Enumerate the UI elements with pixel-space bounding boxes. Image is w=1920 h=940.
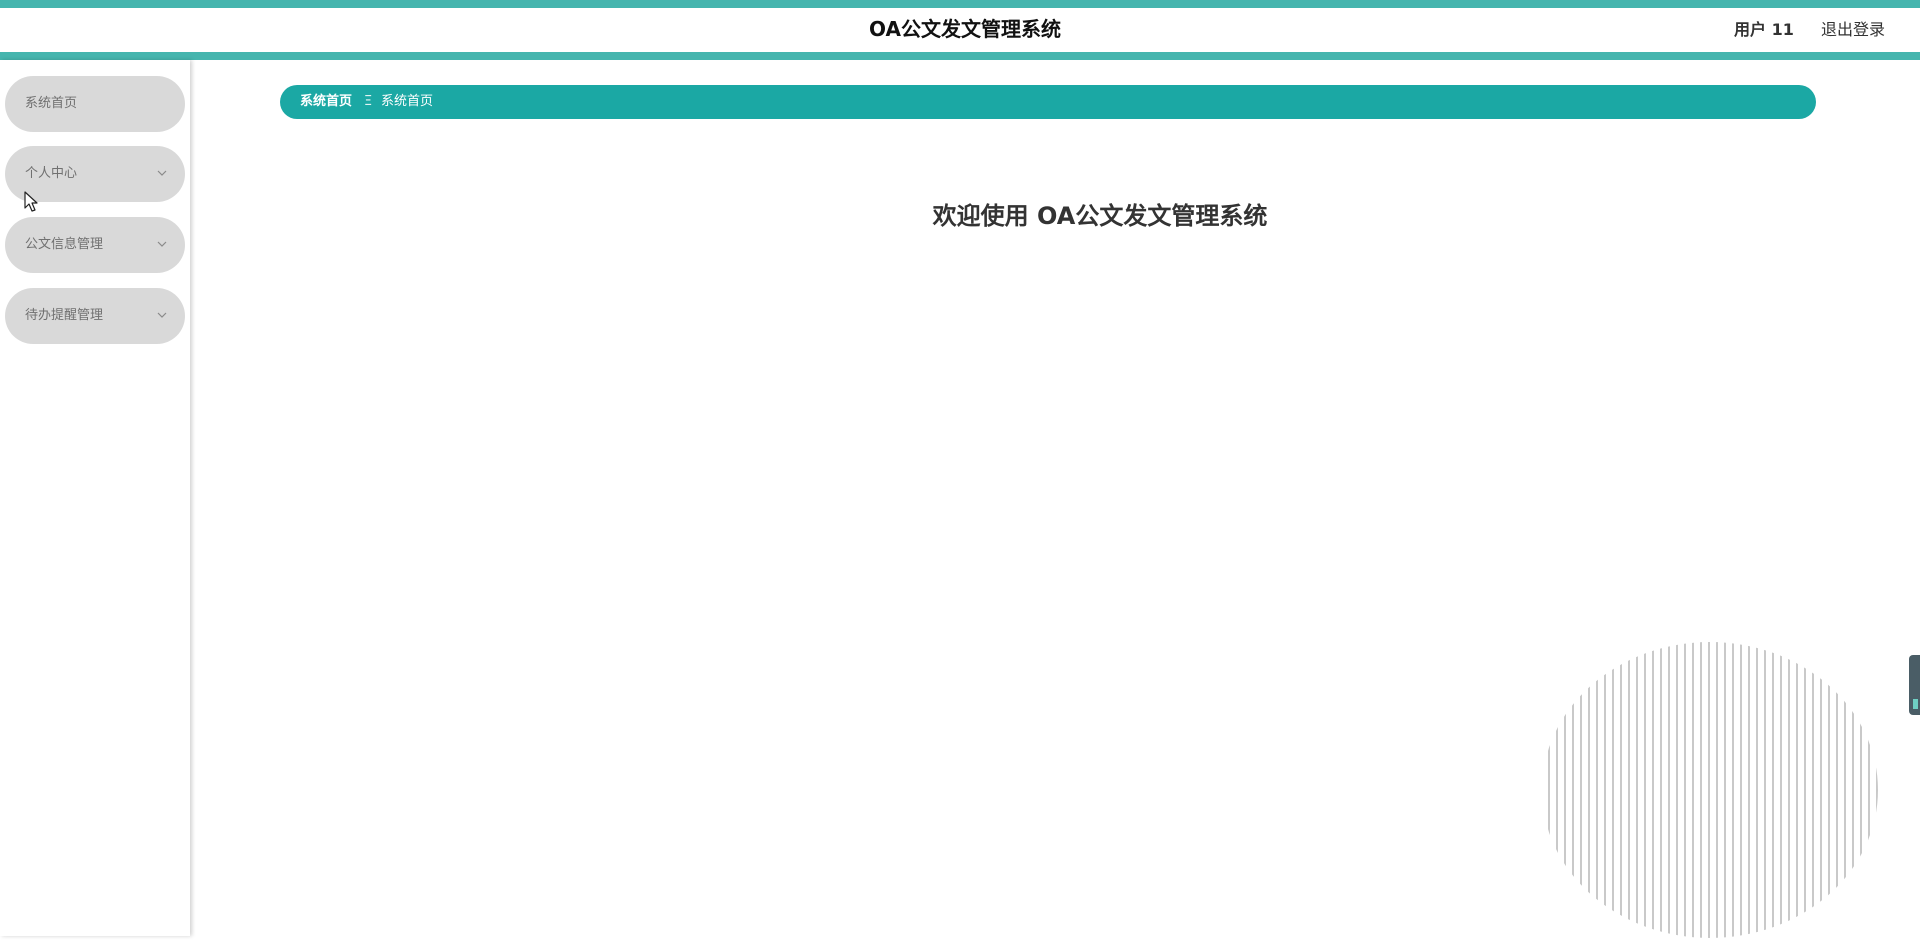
welcome-heading: 欢迎使用 OA公文发文管理系统 — [932, 202, 1268, 230]
header-accent-stripe-bottom — [0, 52, 1920, 60]
side-panel-handle[interactable] — [1909, 655, 1920, 715]
sidebar-item-document-management[interactable]: 公文信息管理 — [5, 217, 185, 273]
app-title: OA公文发文管理系统 — [869, 17, 1061, 41]
breadcrumb-home-link[interactable]: 系统首页 — [300, 92, 352, 112]
breadcrumb-separator-icon: Ξ — [364, 94, 373, 109]
sidebar-item-home[interactable]: 系统首页 — [5, 76, 185, 132]
header-accent-stripe-top — [0, 0, 1920, 8]
sidebar-item-label: 系统首页 — [25, 96, 78, 111]
sidebar-item-label: 待办提醒管理 — [25, 308, 104, 323]
chevron-down-icon — [157, 312, 167, 318]
chevron-down-icon — [157, 241, 167, 247]
chevron-down-icon — [157, 170, 167, 176]
breadcrumb: 系统首页 Ξ 系统首页 — [280, 85, 1816, 119]
handle-indicator — [1913, 699, 1918, 709]
logout-button[interactable]: 退出登录 — [1821, 18, 1885, 42]
current-user-label: 用户 11 — [1734, 20, 1794, 39]
sidebar-item-label: 个人中心 — [25, 166, 78, 181]
sidebar-item-todo-reminder-management[interactable]: 待办提醒管理 — [5, 288, 185, 344]
top-header: OA公文发文管理系统 用户 11 退出登录 — [0, 0, 1920, 60]
sidebar-item-label: 公文信息管理 — [25, 237, 104, 252]
striped-circle-decoration — [1542, 642, 1878, 938]
breadcrumb-current-page: 系统首页 — [381, 94, 434, 109]
mouse-cursor-icon — [24, 191, 38, 212]
